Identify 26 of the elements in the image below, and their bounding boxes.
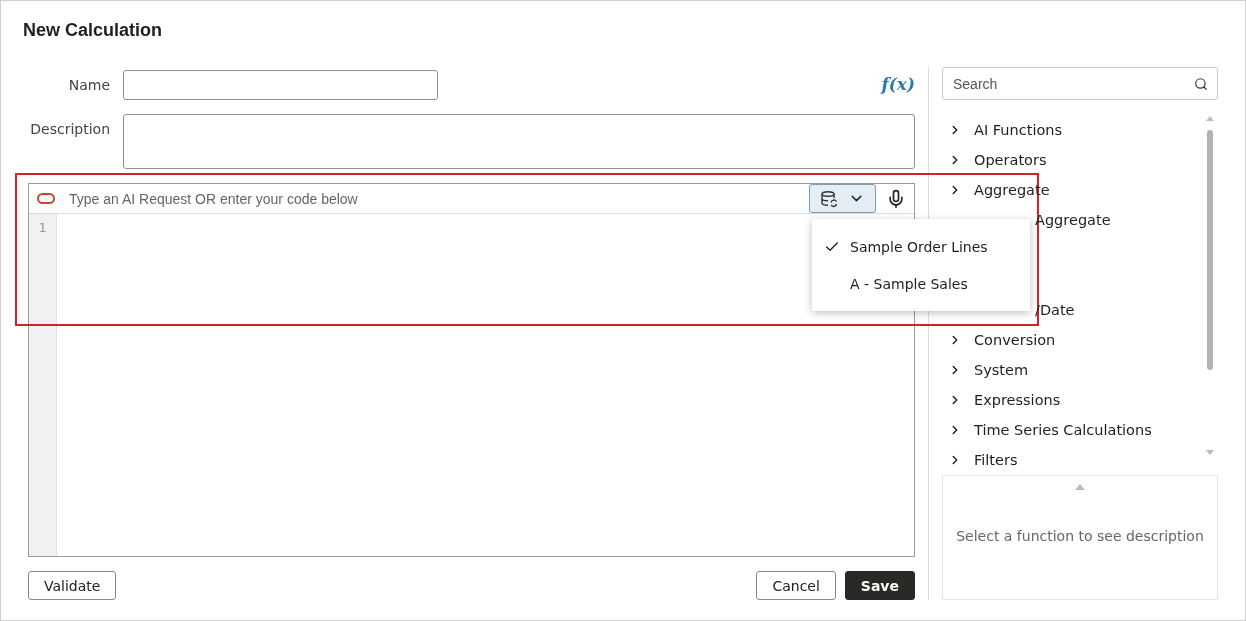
category-item[interactable]: AI Functions [942,115,1204,145]
function-button[interactable]: f(x) [881,72,915,96]
category-item[interactable]: System [942,355,1204,385]
category-item[interactable]: Expressions [942,385,1204,415]
data-source-button[interactable] [809,184,876,213]
search-field[interactable]: Search [942,67,1218,100]
database-icon [820,189,838,208]
category-item[interactable]: Filters [942,445,1204,465]
search-icon [1194,77,1208,91]
ring-icon [37,193,55,204]
line-number: 1 [37,219,48,235]
cancel-button[interactable]: Cancel [756,571,836,600]
name-field[interactable] [123,70,438,100]
description-label: Description [29,120,111,139]
category-item[interactable]: Operators [942,145,1204,175]
name-label: Name [67,76,111,95]
menu-item[interactable]: Sample Order Lines [812,228,1030,265]
caret-up-icon [1075,484,1085,490]
description-hint: Select a function to see description [956,528,1204,544]
save-button[interactable]: Save [844,571,915,600]
category-item[interactable]: Conversion [942,325,1204,355]
category-item[interactable]: Time Series Calculations [942,415,1204,445]
dialog-title: New Calculation [23,19,164,42]
description-field[interactable] [123,114,915,169]
validate-button[interactable]: Validate [28,571,117,600]
menu-item[interactable]: A - Sample Sales [812,265,1030,302]
